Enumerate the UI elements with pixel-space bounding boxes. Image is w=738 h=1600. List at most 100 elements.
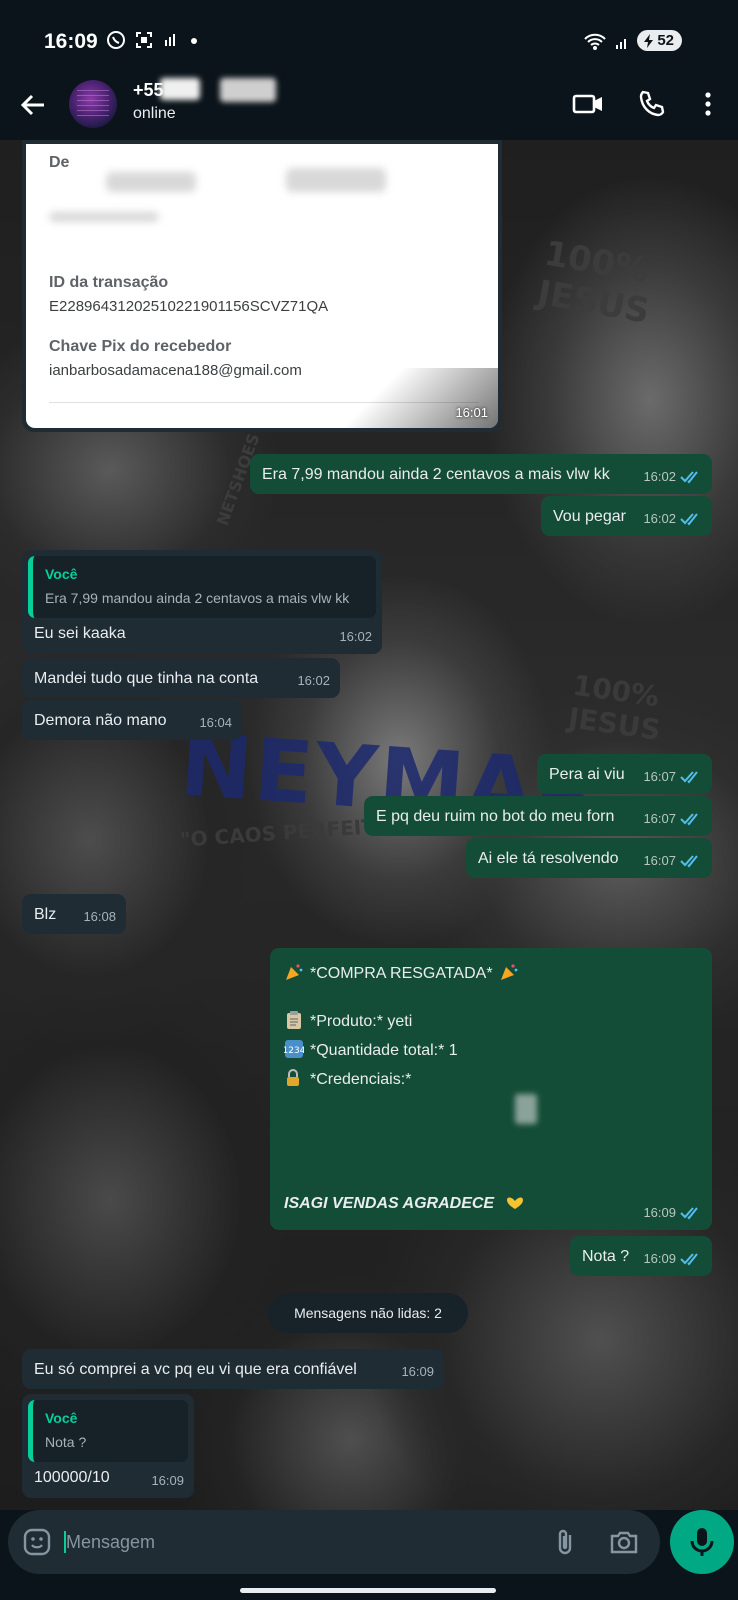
outgoing-message[interactable]: Nota ? 16:09: [570, 1236, 712, 1276]
message-input[interactable]: [66, 1524, 536, 1560]
message-time: 16:02: [643, 469, 676, 484]
numbers-icon: 1234: [284, 1040, 304, 1058]
message-time: 16:04: [199, 715, 232, 730]
back-arrow-icon[interactable]: [18, 90, 48, 120]
message-time: 16:07: [643, 811, 676, 826]
message-text: Mandei tudo que tinha na conta: [34, 670, 259, 687]
double-check-icon: [680, 1206, 698, 1219]
incoming-message[interactable]: Eu só comprei a vc pq eu vi que era conf…: [22, 1349, 444, 1389]
message-meta: 16:09: [151, 1470, 184, 1491]
message-line: ISAGI VENDAS AGRADECE: [284, 1192, 531, 1214]
contact-name[interactable]: +55: [133, 80, 164, 101]
incoming-message[interactable]: Blz 16:08: [22, 894, 126, 934]
receipt-txid-value: E22896431202510221901156SCVZ71QA: [49, 298, 329, 315]
outgoing-message[interactable]: Vou pegar 16:02: [541, 496, 712, 536]
video-call-icon[interactable]: [572, 88, 604, 120]
wallpaper-text: 100% JESUS: [534, 233, 653, 332]
clipboard-icon: [287, 1011, 301, 1029]
message-meta: 16:09: [643, 1248, 702, 1269]
quoted-message[interactable]: Você Nota ?: [28, 1400, 188, 1462]
outgoing-message[interactable]: Ai ele tá resolvendo 16:07: [466, 838, 712, 878]
more-vert-icon[interactable]: [692, 88, 724, 120]
svg-text:1234: 1234: [284, 1046, 304, 1056]
message-text: Nota ?: [582, 1248, 630, 1265]
cell-signal-icon: [616, 38, 627, 49]
battery-indicator: 52: [637, 30, 682, 51]
bolt-icon: [644, 33, 654, 48]
message-text: Ai ele tá resolvendo: [478, 850, 619, 867]
contact-status: online: [133, 105, 176, 122]
message-time: 16:07: [643, 853, 676, 868]
purchase-product: *Produto:* yeti: [310, 1013, 413, 1030]
message-meta: 16:09: [643, 1202, 702, 1223]
receipt-pix-value: ianbarbosadamacena188@gmail.com: [49, 362, 302, 379]
outgoing-message[interactable]: Era 7,99 mandou ainda 2 centavos a mais …: [250, 454, 712, 494]
redacted-area: [106, 172, 196, 192]
double-check-icon: [680, 1252, 698, 1265]
purchase-quantity: *Quantidade total:* 1: [310, 1042, 458, 1059]
avatar[interactable]: [69, 80, 117, 128]
double-check-icon: [680, 470, 698, 483]
status-system-icons: 52: [583, 30, 682, 51]
message-line: *COMPRA RESGATADA*: [284, 962, 525, 984]
quoted-message[interactable]: Você Era 7,99 mandou ainda 2 centavos a …: [28, 556, 376, 618]
status-time: 16:09: [44, 30, 98, 53]
message-time: 16:02: [643, 511, 676, 526]
message-text: Demora não mano: [34, 712, 167, 729]
status-notification-icons: [106, 30, 198, 50]
incoming-message[interactable]: Mandei tudo que tinha na conta 16:02: [22, 658, 340, 698]
party-popper-icon: [500, 964, 517, 980]
message-meta: 16:02: [643, 508, 702, 529]
message-meta: 16:02: [339, 626, 372, 647]
incoming-reply-message[interactable]: Você Era 7,99 mandou ainda 2 centavos a …: [22, 550, 382, 654]
redacted-area: [286, 168, 386, 192]
double-check-icon: [680, 770, 698, 783]
purchase-credentials-label: *Credenciais:*: [310, 1071, 412, 1088]
lock-key-icon: [287, 1069, 299, 1086]
message-line: 1234 *Quantidade total:* 1: [284, 1039, 458, 1061]
receipt-txid-label: ID da transação: [49, 274, 169, 291]
home-gesture-handle[interactable]: [240, 1588, 496, 1593]
outgoing-purchase-message[interactable]: *COMPRA RESGATADA* *Produto:* yeti 1234 *…: [270, 948, 712, 1230]
mic-icon: [690, 1528, 714, 1556]
outgoing-message[interactable]: Pera ai viu 16:07: [537, 754, 712, 794]
phone-icon[interactable]: [636, 88, 668, 120]
redacted-area: [49, 212, 159, 222]
receipt-image-message[interactable]: De ID da transação E22896431202510221901…: [22, 140, 502, 432]
voice-record-button[interactable]: [670, 1510, 734, 1574]
signal-icon: [165, 34, 175, 46]
heart-hands-icon: [506, 1197, 523, 1209]
chat-header: +55 online: [0, 78, 738, 140]
incoming-message[interactable]: Demora não mano 16:04: [22, 700, 242, 740]
screenshot-icon: [136, 32, 152, 48]
message-time: 16:09: [151, 1473, 184, 1488]
message-meta: 16:07: [643, 808, 702, 829]
dot-icon: [191, 38, 197, 44]
receipt-image: De ID da transação E22896431202510221901…: [26, 144, 498, 428]
message-time: 16:02: [339, 629, 372, 644]
incoming-reply-message[interactable]: Você Nota ? 100000/10 16:09: [22, 1394, 194, 1498]
message-meta: 16:02: [297, 670, 330, 691]
camera-icon[interactable]: [608, 1526, 640, 1558]
message-line: *Credenciais:*: [284, 1068, 411, 1090]
message-text: 100000/10: [34, 1469, 110, 1486]
message-composer: [8, 1510, 660, 1574]
message-time: 16:07: [643, 769, 676, 784]
message-meta: 16:07: [643, 850, 702, 871]
message-meta: 16:02: [643, 466, 702, 487]
message-time: 16:09: [643, 1205, 676, 1220]
message-time: 16:01: [455, 405, 488, 420]
system-nav-bar: [0, 1578, 738, 1600]
redacted-phone-part: [160, 78, 200, 100]
whatsapp-icon: [107, 31, 125, 49]
message-time: 16:02: [297, 673, 330, 688]
receipt-pix-label: Chave Pix do recebedor: [49, 338, 232, 355]
emoji-icon[interactable]: [22, 1527, 52, 1557]
quoted-text: Era 7,99 mandou ainda 2 centavos a mais …: [45, 590, 350, 606]
redacted-phone-part: [220, 78, 276, 102]
message-meta: 16:09: [401, 1361, 434, 1382]
message-meta: 16:04: [199, 712, 232, 733]
message-text: Eu só comprei a vc pq eu vi que era conf…: [34, 1361, 357, 1378]
outgoing-message[interactable]: E pq deu ruim no bot do meu forn 16:07: [364, 796, 712, 836]
attach-icon[interactable]: [551, 1526, 581, 1558]
